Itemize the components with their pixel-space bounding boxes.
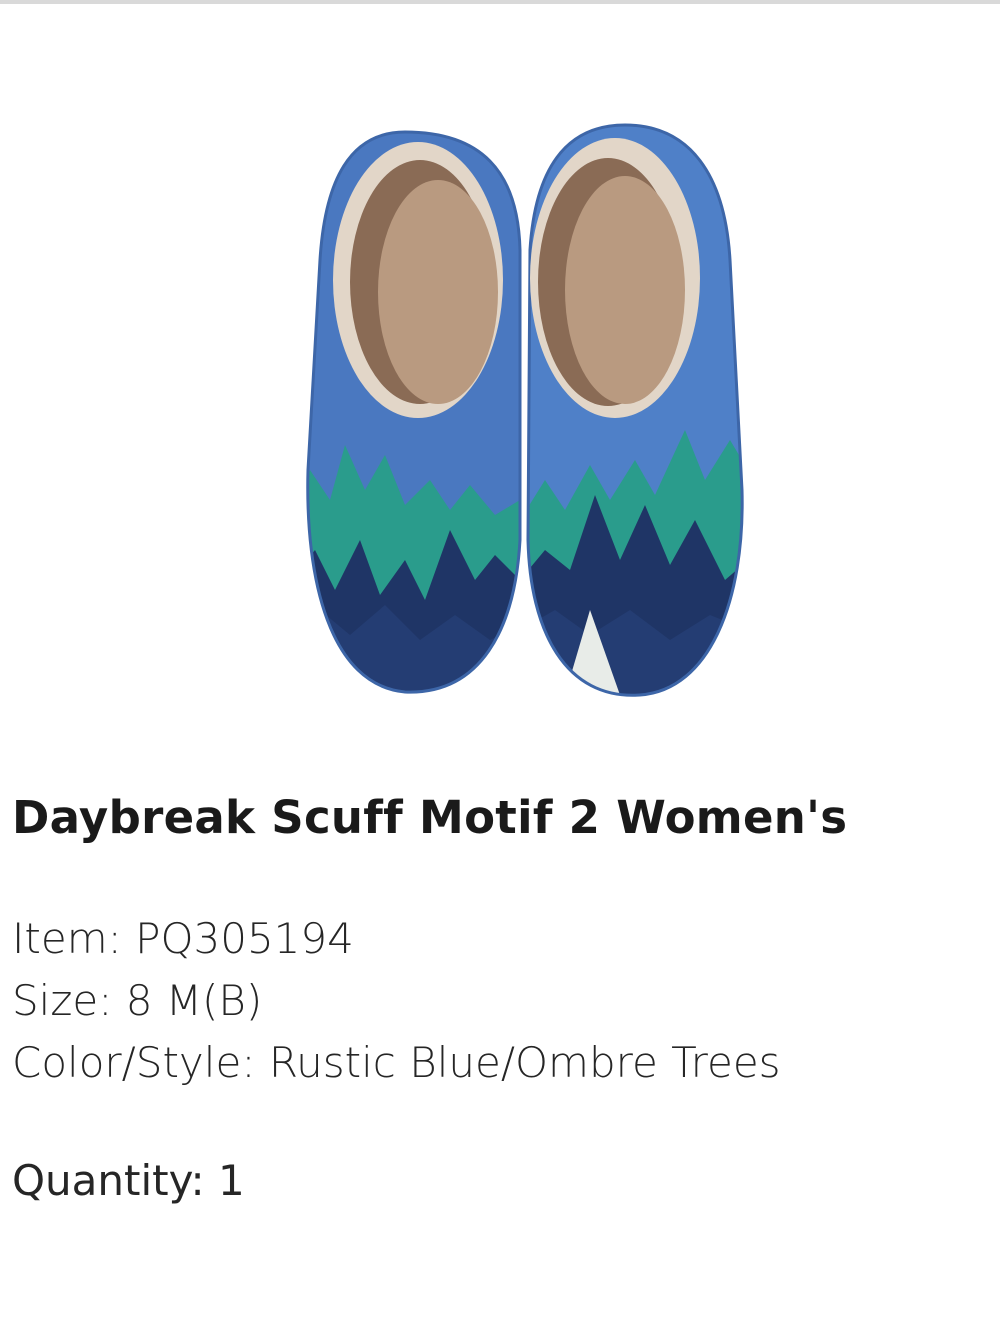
- item-value: PQ305194: [135, 914, 354, 963]
- size-row: Size8 M(B): [12, 970, 992, 1032]
- quantity-row: Quantity1: [12, 1150, 245, 1212]
- color-style-row: Color/StyleRustic Blue/Ombre Trees: [12, 1032, 992, 1094]
- top-divider: [0, 0, 1000, 4]
- color-style-label: Color/Style: [12, 1038, 269, 1087]
- slipper-pair-image: [306, 123, 744, 697]
- size-label: Size: [12, 976, 126, 1025]
- product-title: Daybreak Scuff Motif 2 Women's: [12, 791, 848, 844]
- item-number-row: ItemPQ305194: [12, 908, 992, 970]
- quantity-label: Quantity: [12, 1156, 218, 1205]
- item-label: Item: [12, 914, 135, 963]
- product-details: ItemPQ305194 Size8 M(B) Color/StyleRusti…: [12, 908, 992, 1094]
- size-value: 8 M(B): [125, 976, 263, 1025]
- color-style-value: Rustic Blue/Ombre Trees: [268, 1038, 781, 1087]
- quantity-value: 1: [217, 1156, 245, 1205]
- product-image: [290, 110, 760, 710]
